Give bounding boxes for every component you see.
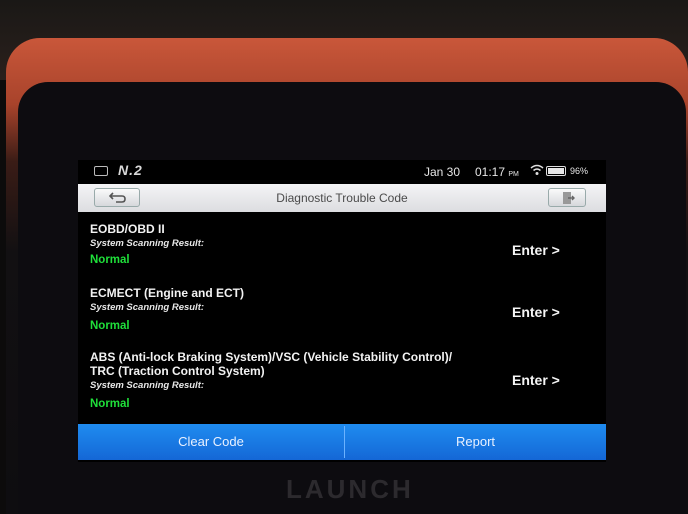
scan-result-status: Normal bbox=[90, 254, 130, 266]
scan-result-status: Normal bbox=[90, 398, 130, 410]
report-button[interactable]: Report bbox=[345, 424, 606, 460]
battery-icon bbox=[546, 166, 566, 176]
system-row-abs[interactable]: ABS (Anti-lock Braking System)/VSC (Vehi… bbox=[78, 350, 606, 416]
scan-result-label: System Scanning Result: bbox=[90, 238, 205, 249]
scan-result-label: System Scanning Result: bbox=[90, 380, 205, 391]
system-name-line1: ABS (Anti-lock Braking System)/VSC (Vehi… bbox=[90, 350, 453, 364]
status-date: Jan 30 bbox=[424, 165, 461, 179]
scan-result-status: Normal bbox=[90, 320, 130, 332]
version-label: N.2 bbox=[118, 162, 143, 178]
status-time: 01:17 PM bbox=[475, 165, 519, 179]
exit-icon bbox=[563, 192, 575, 204]
device-brand-logo: LAUNCH bbox=[286, 474, 414, 504]
clear-code-button[interactable]: Clear Code bbox=[78, 424, 344, 460]
enter-button[interactable]: Enter > bbox=[512, 242, 560, 258]
status-ampm: PM bbox=[508, 171, 519, 178]
title-bar: Diagnostic Trouble Code bbox=[78, 184, 606, 212]
exit-button[interactable] bbox=[548, 188, 586, 207]
status-time-value: 01:17 bbox=[475, 165, 506, 179]
bottom-action-bar: Clear Code Report bbox=[78, 424, 606, 460]
wifi-icon bbox=[530, 164, 544, 179]
system-row-eobd[interactable]: EOBD/OBD II System Scanning Result: Norm… bbox=[78, 222, 606, 274]
enter-button[interactable]: Enter > bbox=[512, 372, 560, 388]
device-screen: N.2 Jan 30 01:17 PM 96% Diagnostic Troub… bbox=[78, 160, 606, 462]
page-title: Diagnostic Trouble Code bbox=[276, 191, 408, 205]
system-row-ecmect[interactable]: ECMECT (Engine and ECT) System Scanning … bbox=[78, 286, 606, 338]
scan-result-label: System Scanning Result: bbox=[90, 302, 205, 313]
app-icon bbox=[94, 166, 108, 176]
enter-button[interactable]: Enter > bbox=[512, 304, 560, 320]
status-bar: N.2 Jan 30 01:17 PM 96% bbox=[78, 160, 606, 182]
system-name-line2: TRC (Traction Control System) bbox=[90, 364, 265, 378]
system-name: EOBD/OBD II bbox=[90, 222, 165, 236]
system-name: ECMECT (Engine and ECT) bbox=[90, 286, 244, 300]
battery-percent: 96% bbox=[570, 166, 589, 176]
